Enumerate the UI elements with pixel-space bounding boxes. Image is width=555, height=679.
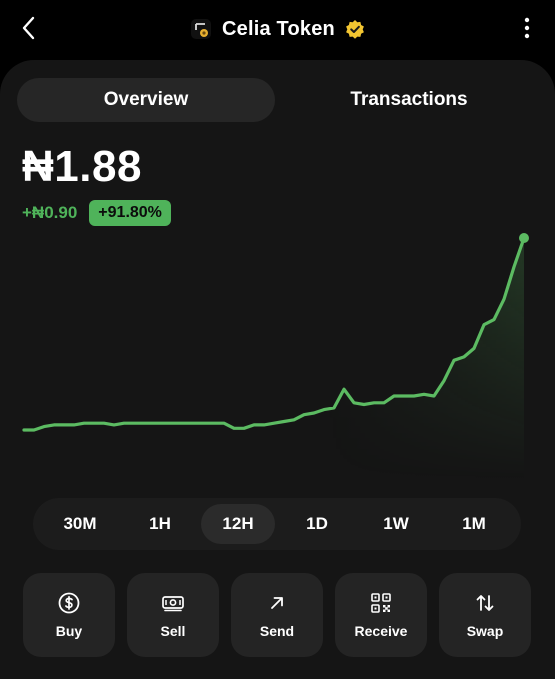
- more-vertical-icon: [524, 17, 530, 39]
- cash-icon: [161, 591, 185, 615]
- swap-button[interactable]: Swap: [439, 573, 531, 657]
- price-change-amount: +₦0.90: [22, 203, 78, 222]
- tab-overview[interactable]: Overview: [17, 78, 275, 122]
- swap-label: Swap: [466, 623, 504, 639]
- token-title-group: Celia Token: [0, 14, 555, 44]
- range-1h-button[interactable]: 1H: [123, 504, 197, 544]
- dollar-circle-icon: [57, 591, 81, 615]
- range-30m-button[interactable]: 30M: [43, 504, 117, 544]
- qr-code-icon: [369, 591, 393, 615]
- range-1d-button[interactable]: 1D: [280, 504, 354, 544]
- sell-button[interactable]: Sell: [127, 573, 219, 657]
- price-change-percent-badge: +91.80%: [89, 200, 171, 226]
- page-title: Celia Token: [222, 17, 335, 40]
- chart-current-point: [519, 233, 529, 243]
- arrow-up-right-icon: [265, 591, 289, 615]
- range-12h-button[interactable]: 12H: [201, 504, 275, 544]
- more-options-button[interactable]: [513, 14, 541, 42]
- send-label: Send: [259, 623, 295, 639]
- time-range-selector: 30M 1H 12H 1D 1W 1M: [33, 498, 521, 550]
- verified-badge-icon: [346, 20, 364, 39]
- top-bar: Celia Token: [0, 0, 555, 58]
- receive-button[interactable]: Receive: [335, 573, 427, 657]
- price-chart[interactable]: [0, 230, 555, 480]
- swap-arrows-icon: [473, 591, 497, 615]
- chart-area-fill: [24, 238, 524, 480]
- token-detail-card: Overview Transactions ₦1.88 +₦0.90 +91.8…: [0, 60, 555, 679]
- current-price: ₦1.88: [22, 142, 142, 191]
- tab-transactions[interactable]: Transactions: [280, 78, 538, 122]
- send-button[interactable]: Send: [231, 573, 323, 657]
- receive-label: Receive: [354, 623, 408, 639]
- range-1w-button[interactable]: 1W: [359, 504, 433, 544]
- buy-label: Buy: [55, 623, 83, 639]
- price-change-row: +₦0.90 +91.80%: [22, 200, 171, 226]
- sell-label: Sell: [160, 623, 186, 639]
- tab-bar: Overview Transactions: [17, 78, 538, 122]
- action-buttons: Buy Sell Send Receive Swap: [23, 573, 533, 657]
- buy-button[interactable]: Buy: [23, 573, 115, 657]
- range-1m-button[interactable]: 1M: [437, 504, 511, 544]
- token-logo-icon: [191, 19, 211, 39]
